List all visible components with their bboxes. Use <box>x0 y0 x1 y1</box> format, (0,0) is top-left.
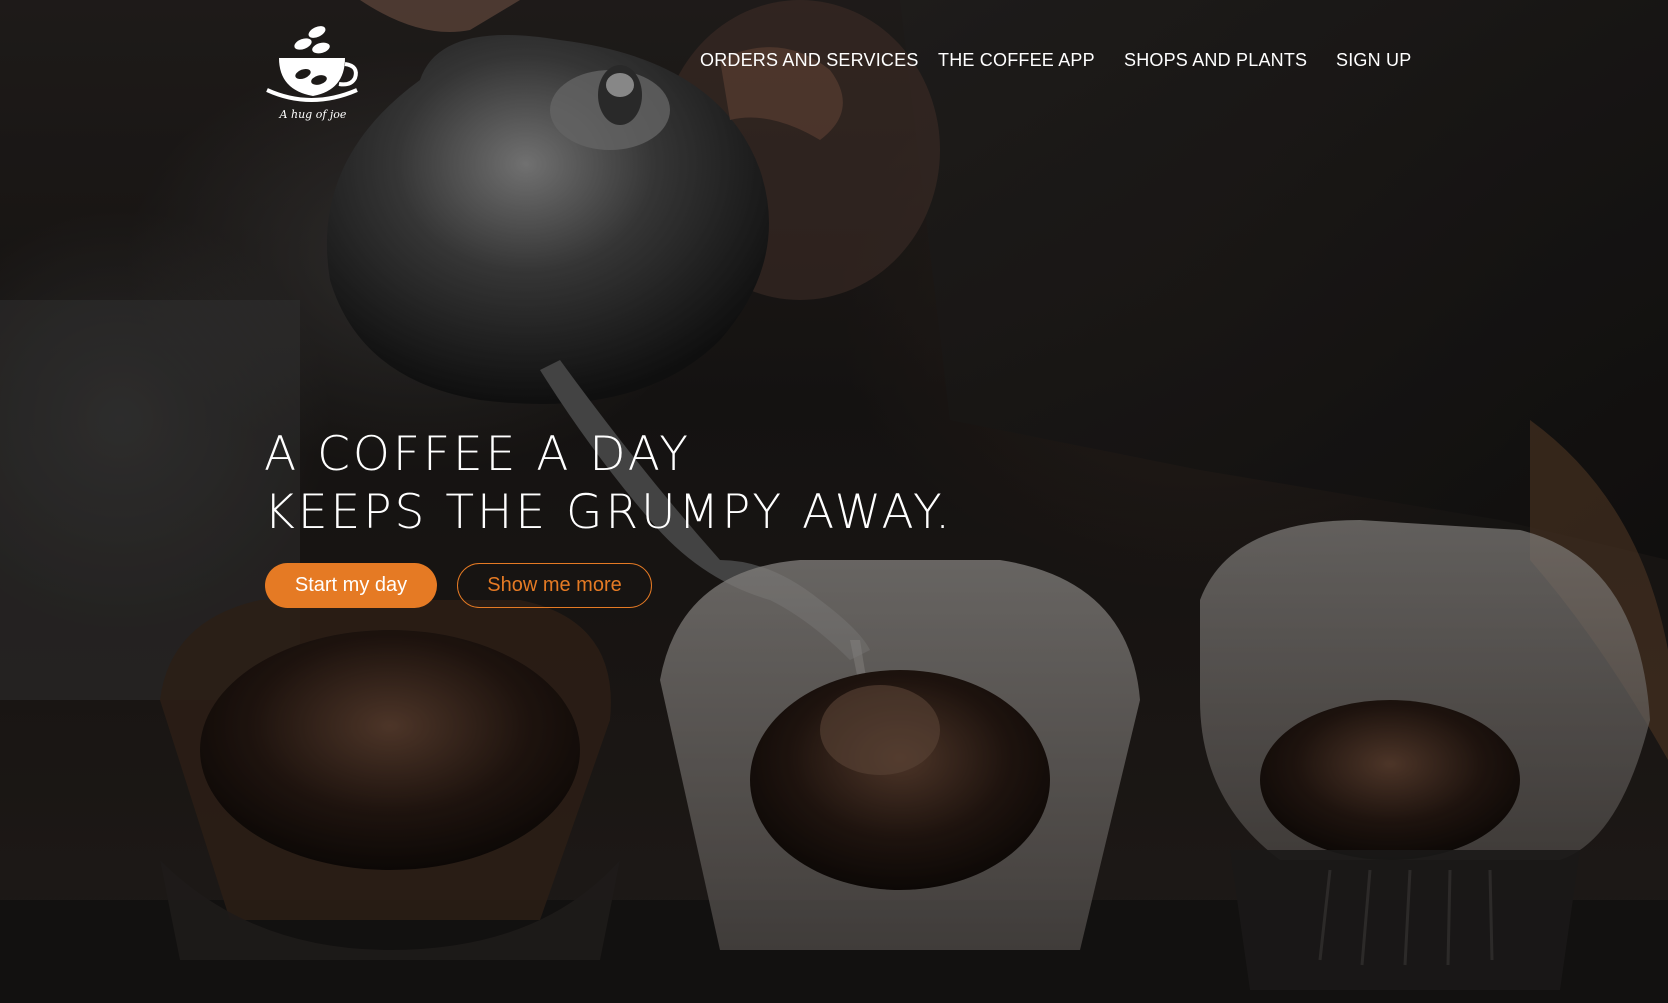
nav-the-coffee-app[interactable]: THE COFFEE APP <box>938 50 1095 71</box>
nav-orders-and-services[interactable]: ORDERS AND SERVICES <box>700 50 919 71</box>
coffee-cup-icon[interactable]: A hug of joe <box>265 18 365 122</box>
hero-headline: A COFFEE A DAY KEEPS THE GRUMPY AWAY. <box>264 426 953 542</box>
logo-script-text: A hug of joe <box>279 108 347 121</box>
nav-shops-and-plants[interactable]: SHOPS AND PLANTS <box>1124 50 1307 71</box>
hero-section: A hug of joe ORDERS AND SERVICES THE COF… <box>0 0 1668 1003</box>
hero-headline-line-1: A COFFEE A DAY <box>264 427 691 482</box>
hero-headline-line-2: KEEPS THE GRUMPY AWAY. <box>264 485 954 540</box>
nav-sign-up[interactable]: SIGN UP <box>1336 50 1411 71</box>
start-my-day-button[interactable]: Start my day <box>265 563 437 608</box>
show-me-more-button[interactable]: Show me more <box>457 563 652 608</box>
